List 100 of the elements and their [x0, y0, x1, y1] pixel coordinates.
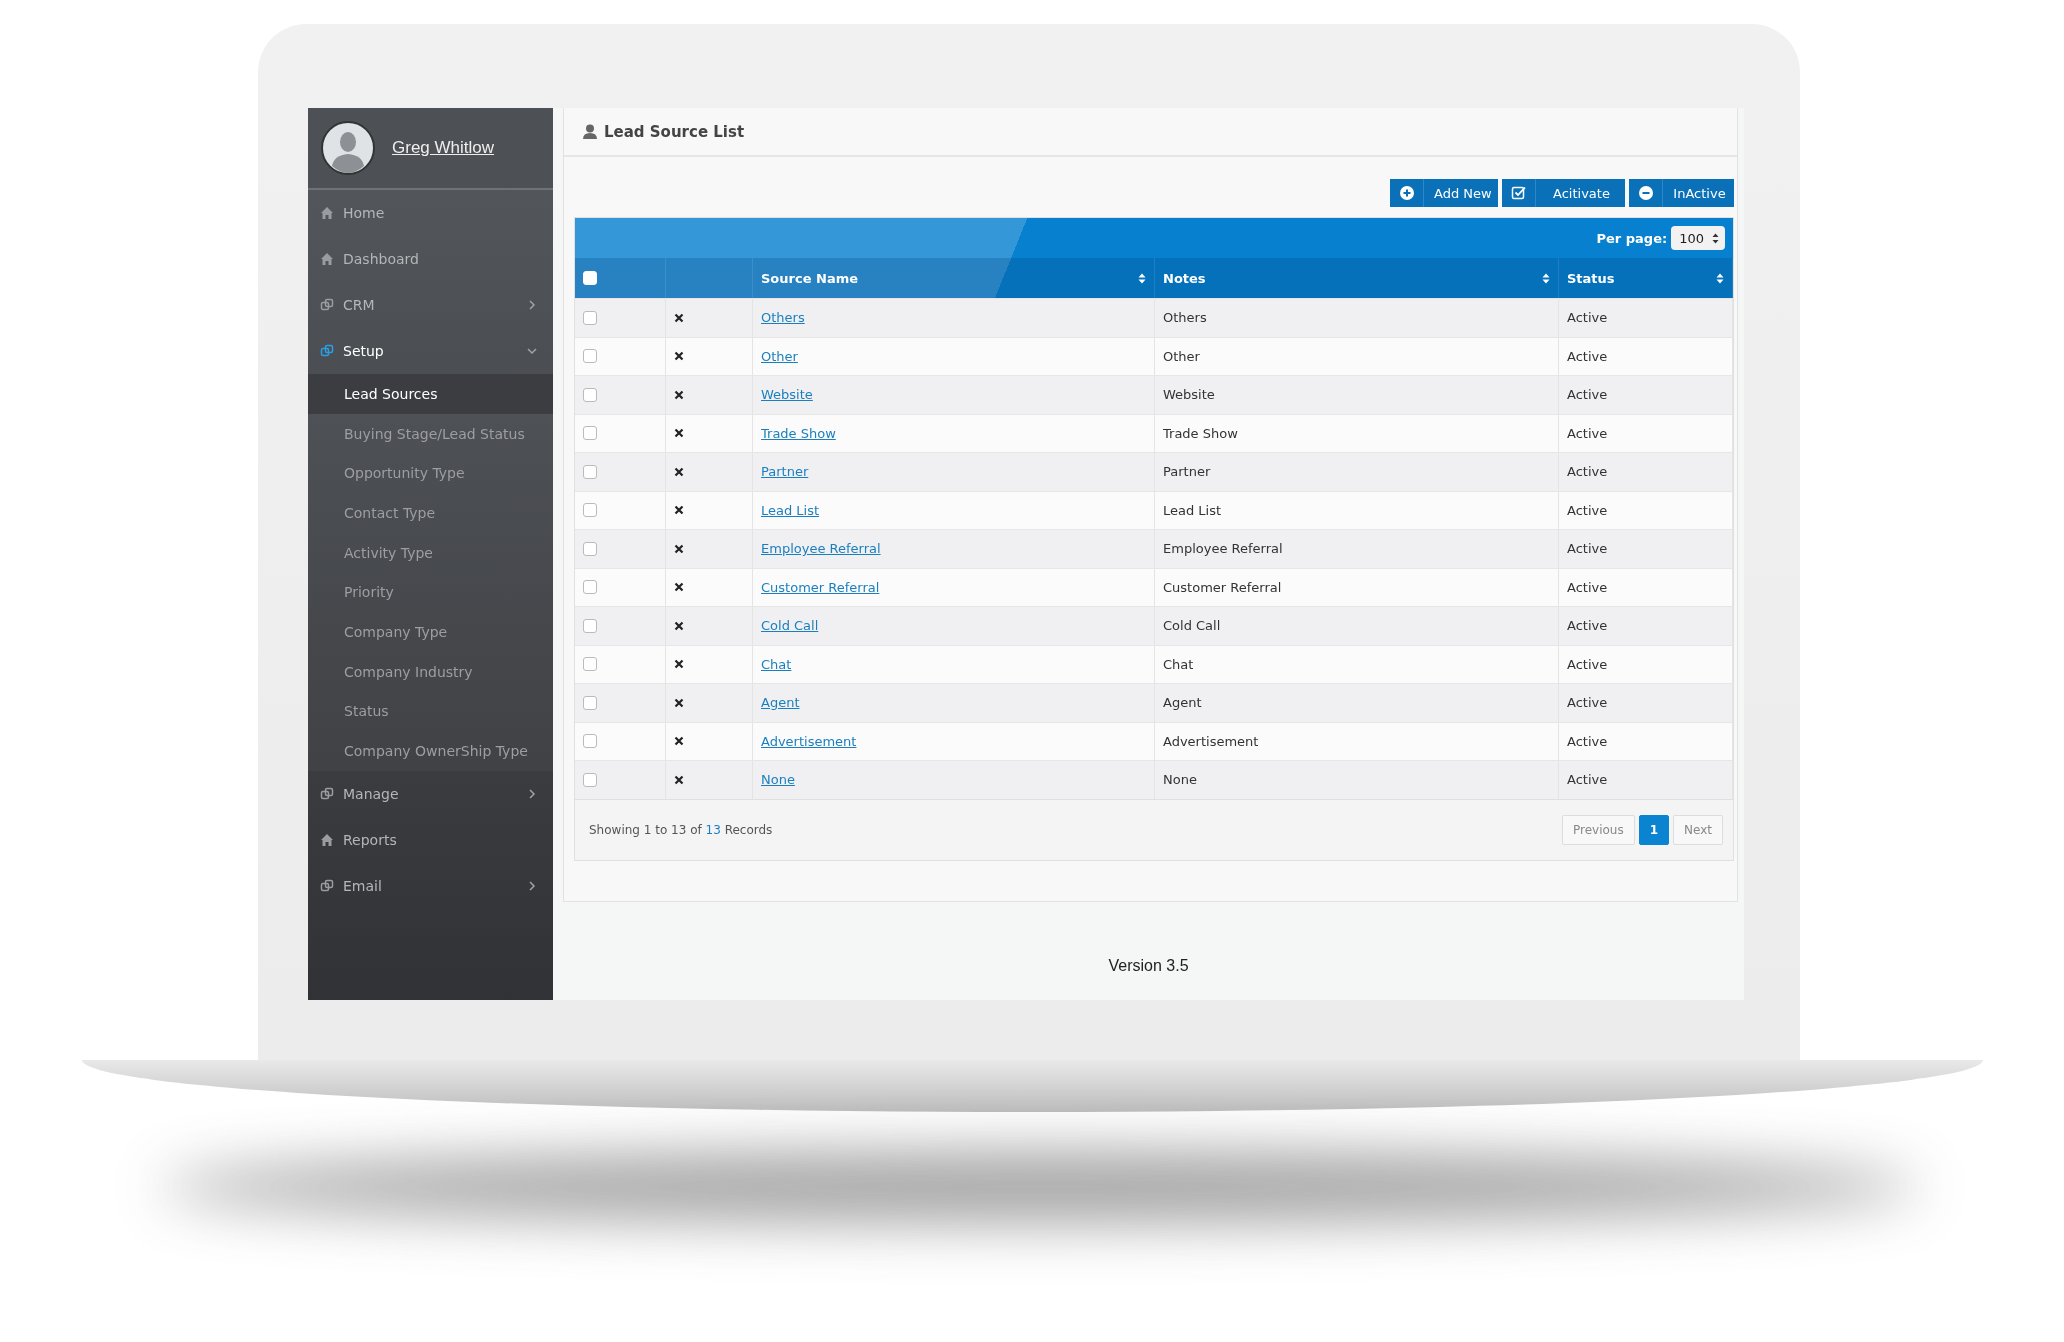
stepper-icon [1712, 232, 1719, 244]
row-checkbox[interactable] [583, 503, 597, 518]
status-text: Active [1567, 464, 1608, 480]
home-icon [320, 832, 334, 847]
submenu-item[interactable]: Status [308, 691, 553, 732]
row-checkbox[interactable] [583, 657, 597, 672]
source-name-link[interactable]: Other [761, 348, 798, 364]
delete-icon [674, 582, 684, 593]
row-checkbox[interactable] [583, 618, 597, 633]
status-text: Active [1567, 618, 1608, 634]
status-text: Active [1567, 772, 1608, 788]
status-text: Active [1567, 502, 1608, 518]
minus-circle-icon [1638, 185, 1654, 201]
checkbox-icon [1511, 185, 1527, 201]
cubes-icon [320, 786, 334, 801]
nav-item[interactable]: Setup [308, 328, 553, 374]
row-checkbox[interactable] [583, 426, 597, 441]
submenu-item[interactable]: Activity Type [308, 532, 553, 573]
row-checkbox[interactable] [583, 541, 597, 556]
nav-item[interactable]: Reports [308, 816, 553, 863]
status-text: Active [1567, 579, 1608, 595]
notes-text: Lead List [1163, 502, 1222, 518]
submenu-item[interactable]: Company Type [308, 612, 553, 652]
select-all-checkbox[interactable] [583, 271, 597, 285]
status-text: Active [1567, 425, 1608, 441]
per-page-select[interactable]: 100 [1671, 226, 1725, 250]
nav-item[interactable]: Dashboard [308, 236, 553, 282]
submenu-item[interactable]: Priority [308, 572, 553, 613]
delete-icon [674, 736, 684, 747]
nav-item[interactable]: CRM [308, 282, 553, 328]
source-name-link[interactable]: None [761, 772, 795, 788]
notes-text: Partner [1163, 464, 1211, 480]
nav-item[interactable]: Home [308, 190, 553, 236]
source-name-link[interactable]: Advertisement [761, 733, 857, 749]
row-checkbox[interactable] [583, 734, 597, 749]
delete-icon [674, 774, 684, 785]
submenu-item[interactable]: Lead Sources [308, 374, 553, 414]
status-text: Active [1567, 656, 1608, 672]
delete-icon [674, 466, 684, 477]
user-icon [582, 123, 598, 140]
row-checkbox[interactable] [583, 580, 597, 595]
cubes-icon [320, 878, 334, 893]
notes-text: Website [1163, 387, 1215, 403]
source-name-link[interactable]: Trade Show [761, 425, 836, 441]
submenu-item[interactable]: Company OwnerShip Type [308, 731, 553, 771]
submenu-item[interactable]: Opportunity Type [308, 453, 553, 494]
source-name-link[interactable]: Partner [761, 464, 809, 480]
source-name-link[interactable]: Cold Call [761, 618, 819, 634]
submenu-item[interactable]: Contact Type [308, 493, 553, 533]
status-text: Active [1567, 541, 1608, 557]
home-icon [320, 252, 334, 266]
panel-title: Lead Source List [604, 122, 745, 141]
nav-item[interactable]: Manage [308, 770, 553, 817]
cubes-icon [320, 344, 334, 358]
source-name-link[interactable]: Customer Referral [761, 579, 880, 595]
delete-icon [674, 505, 684, 516]
chevron-right-icon [527, 788, 537, 799]
delete-icon [674, 351, 684, 362]
per-page-label: Per page: [1596, 230, 1668, 246]
status-text: Active [1567, 310, 1608, 326]
row-checkbox[interactable] [583, 464, 597, 479]
delete-icon [674, 543, 684, 554]
activate-button[interactable]: Acitivate [1502, 179, 1625, 207]
source-name-link[interactable]: Employee Referral [761, 541, 881, 557]
row-checkbox[interactable] [583, 310, 597, 325]
delete-icon [674, 659, 684, 670]
delete-icon [674, 312, 684, 323]
next-button[interactable]: Next [1673, 814, 1723, 845]
notes-text: Agent [1163, 695, 1202, 711]
status-text: Active [1567, 387, 1608, 403]
row-checkbox[interactable] [583, 772, 597, 787]
notes-text: Customer Referral [1163, 579, 1282, 595]
user-name-link[interactable]: Greg Whitlow [392, 138, 495, 158]
add-button[interactable]: Add New [1390, 179, 1498, 207]
delete-icon [674, 428, 684, 439]
row-checkbox[interactable] [583, 349, 597, 364]
avatar [320, 120, 376, 176]
plus-circle-icon [1399, 185, 1415, 201]
chevron-down-icon [527, 346, 537, 356]
notes-text: Trade Show [1163, 425, 1238, 441]
submenu-item[interactable]: Company Industry [308, 651, 553, 692]
status-text: Active [1567, 348, 1608, 364]
source-name-link[interactable]: Chat [761, 656, 792, 672]
home-icon [320, 206, 334, 220]
notes-text: Other [1163, 348, 1200, 364]
previous-button[interactable]: Previous [1561, 814, 1635, 845]
submenu-item[interactable]: Buying Stage/Lead Status [308, 413, 553, 454]
source-name-link[interactable]: Website [761, 387, 813, 403]
nav-item[interactable]: Email [308, 862, 553, 909]
source-name-link[interactable]: Agent [761, 695, 800, 711]
notes-text: None [1163, 772, 1197, 788]
source-name-link[interactable]: Others [761, 310, 805, 326]
status-text: Active [1567, 695, 1608, 711]
page-button[interactable]: 1 [1638, 814, 1670, 845]
status-text: Active [1567, 733, 1608, 749]
notes-text: Chat [1163, 656, 1194, 672]
row-checkbox[interactable] [583, 695, 597, 710]
row-checkbox[interactable] [583, 387, 597, 402]
source-name-link[interactable]: Lead List [761, 502, 820, 518]
delete-icon [674, 697, 684, 708]
